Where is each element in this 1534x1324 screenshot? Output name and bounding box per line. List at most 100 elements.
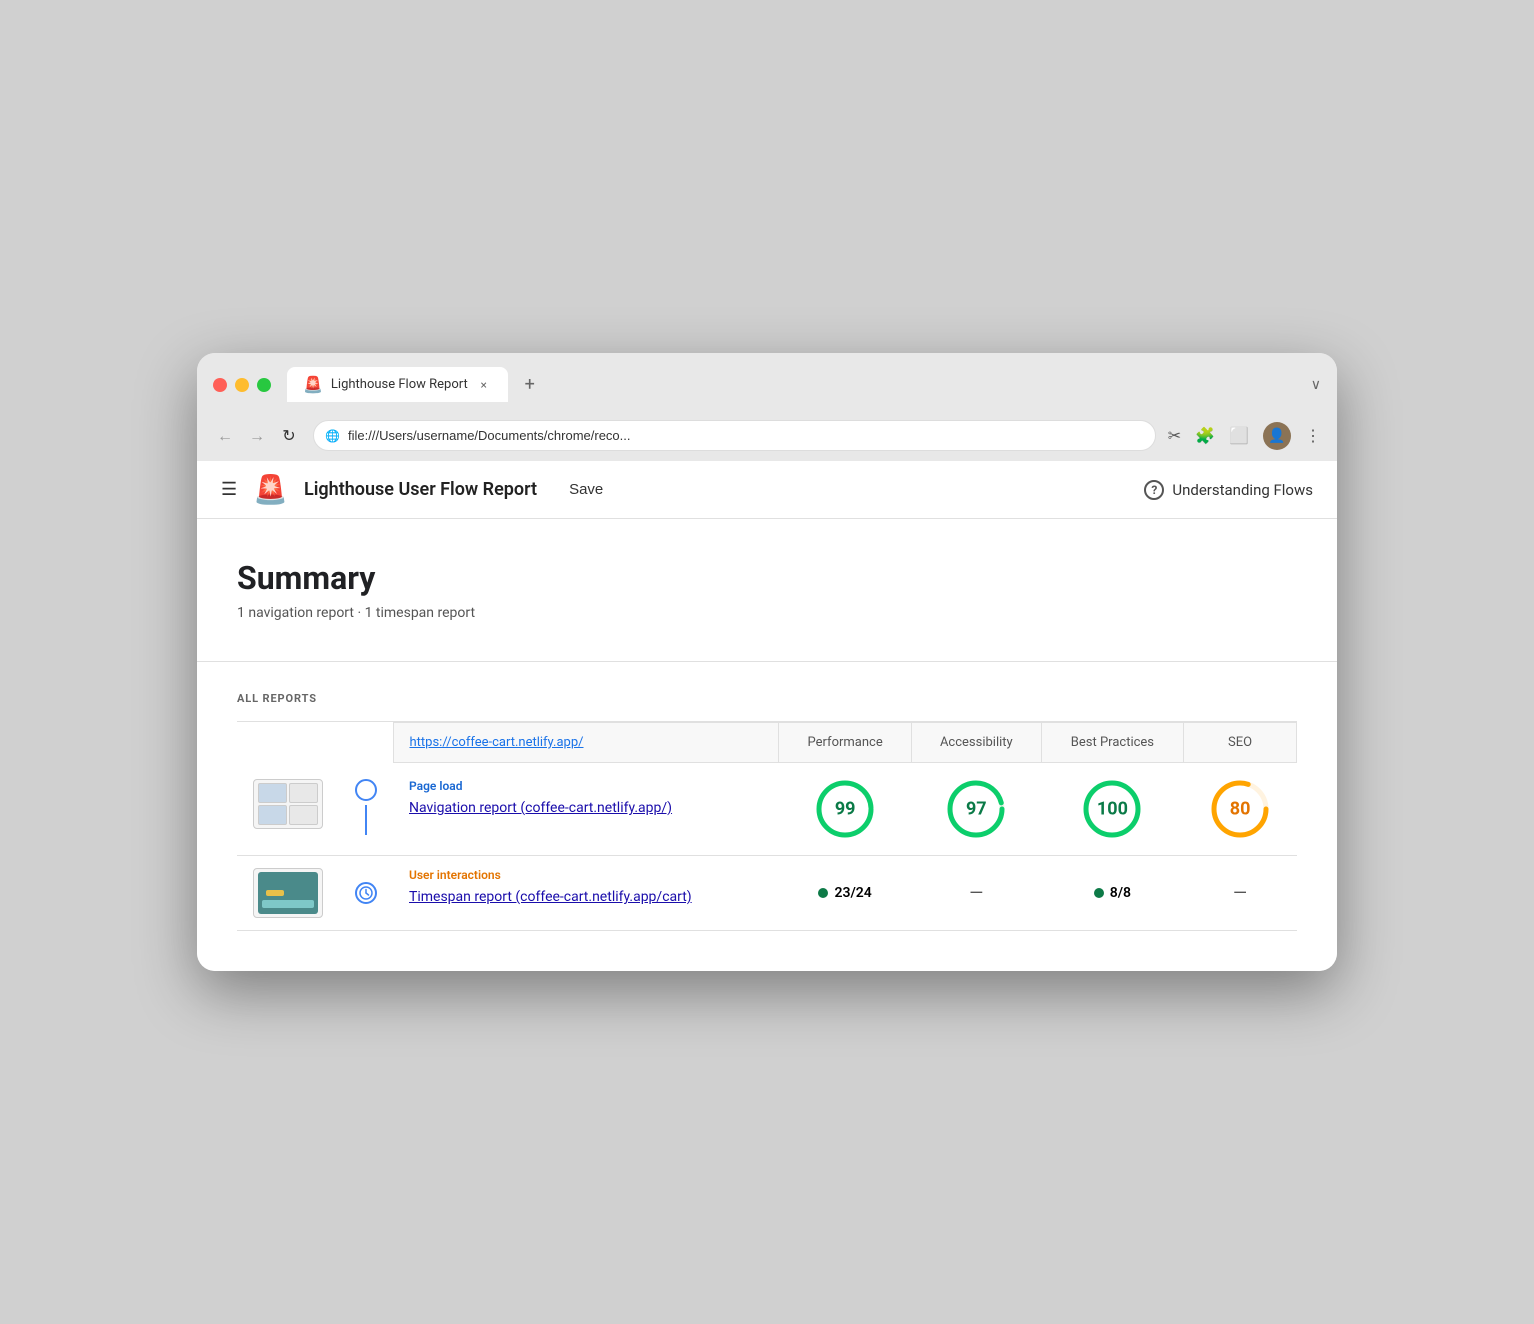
summary-subtitle: 1 navigation report · 1 timespan report — [237, 605, 1297, 621]
address-bar: ← → ↻ 🌐 ✂ 🧩 ⬜ 👤 ⋮ — [197, 412, 1337, 461]
lighthouse-logo: 🚨 — [253, 473, 288, 506]
browser-window: 🚨 Lighthouse Flow Report × + ∨ ← → ↻ 🌐 ✂… — [197, 353, 1337, 971]
nav-report-link[interactable]: Navigation report (coffee-cart.netlify.a… — [409, 800, 672, 816]
tab-expand-button[interactable]: ∨ — [1311, 377, 1321, 393]
reports-section-label: ALL REPORTS — [237, 692, 1297, 705]
app-title: Lighthouse User Flow Report — [304, 479, 537, 500]
nav-report-type: Page load — [409, 779, 763, 793]
timespan-seo-cell: — — [1184, 856, 1297, 931]
back-button[interactable]: ← — [213, 424, 237, 448]
timespan-report-type: User interactions — [409, 868, 763, 882]
more-menu-icon[interactable]: ⋮ — [1305, 426, 1321, 445]
nav-buttons: ← → ↻ — [213, 424, 301, 448]
tab-favicon: 🚨 — [303, 375, 323, 394]
accessibility-col-header: Accessibility — [911, 723, 1041, 763]
tab-bar: 🚨 Lighthouse Flow Report × + ∨ — [287, 367, 1321, 402]
scissors-icon[interactable]: ✂ — [1168, 426, 1181, 445]
timespan-accessibility-cell: — — [911, 856, 1041, 931]
nav-best-practices-cell: 100 — [1041, 763, 1184, 856]
address-wrap: 🌐 — [313, 420, 1156, 451]
nav-step-cell — [339, 763, 393, 856]
performance-score-value: 99 — [835, 799, 856, 820]
app-header: ☰ 🚨 Lighthouse User Flow Report Save ? U… — [197, 461, 1337, 519]
thumb-col-header — [237, 723, 339, 763]
timespan-screenshot — [258, 872, 318, 914]
url-col-header[interactable]: https://coffee-cart.netlify.app/ — [393, 723, 779, 763]
timespan-report-link[interactable]: Timespan report (coffee-cart.netlify.app… — [409, 889, 692, 905]
nav-name-cell: Page load Navigation report (coffee-cart… — [393, 763, 779, 856]
nav-screenshot-thumb — [253, 779, 323, 829]
nav-accessibility-cell: 97 — [911, 763, 1041, 856]
reports-table: https://coffee-cart.netlify.app/ Perform… — [237, 722, 1297, 931]
step-line — [365, 805, 367, 835]
active-tab[interactable]: 🚨 Lighthouse Flow Report × — [287, 367, 508, 402]
bp-badge-value: 8/8 — [1110, 885, 1131, 901]
address-input[interactable] — [313, 420, 1156, 451]
timespan-bar-visual — [262, 900, 314, 908]
page-content: ☰ 🚨 Lighthouse User Flow Report Save ? U… — [197, 461, 1337, 971]
close-traffic-light[interactable] — [213, 378, 227, 392]
nav-performance-cell: 99 — [779, 763, 912, 856]
nav-seo-cell: 80 — [1184, 763, 1297, 856]
title-bar-top: 🚨 Lighthouse Flow Report × + ∨ — [213, 367, 1321, 402]
bp-dot — [1094, 888, 1104, 898]
minimize-traffic-light[interactable] — [235, 378, 249, 392]
seo-score-value: 80 — [1230, 799, 1251, 820]
timespan-screenshot-thumb — [253, 868, 323, 918]
split-screen-icon[interactable]: ⬜ — [1229, 426, 1249, 445]
reports-section: ALL REPORTS https://coffee-cart.netlify.… — [197, 662, 1337, 971]
accessibility-score-circle: 97 — [946, 779, 1006, 839]
address-icon: 🌐 — [325, 429, 340, 443]
nav-step-circle — [355, 779, 377, 801]
seo-col-header: SEO — [1184, 723, 1297, 763]
timespan-performance-badge: 23/24 — [795, 885, 896, 901]
perf-dot — [818, 888, 828, 898]
table-row: User interactions Timespan report (coffe… — [237, 856, 1297, 931]
tab-label: Lighthouse Flow Report — [331, 377, 468, 392]
perf-badge-value: 23/24 — [834, 885, 871, 901]
nav-screenshot-grid — [258, 783, 318, 825]
url-link[interactable]: https://coffee-cart.netlify.app/ — [410, 735, 584, 750]
forward-button[interactable]: → — [245, 424, 269, 448]
best-practices-col-header: Best Practices — [1041, 723, 1184, 763]
tab-close-button[interactable]: × — [476, 377, 492, 393]
save-button[interactable]: Save — [569, 481, 603, 498]
nav-panel-4 — [289, 805, 318, 825]
nav-panel-3 — [258, 805, 287, 825]
avatar[interactable]: 👤 — [1263, 422, 1291, 450]
table-header-row: https://coffee-cart.netlify.app/ Perform… — [237, 723, 1297, 763]
step-col-header — [339, 723, 393, 763]
summary-title: Summary — [237, 559, 1297, 597]
best-practices-score-circle: 100 — [1082, 779, 1142, 839]
maximize-traffic-light[interactable] — [257, 378, 271, 392]
timespan-performance-cell: 23/24 — [779, 856, 912, 931]
nav-step-connector — [355, 779, 377, 839]
seo-score-circle: 80 — [1210, 779, 1270, 839]
refresh-button[interactable]: ↻ — [277, 424, 301, 448]
nav-thumbnail-cell — [237, 763, 339, 856]
best-practices-score-value: 100 — [1097, 799, 1128, 820]
title-bar: 🚨 Lighthouse Flow Report × + ∨ — [197, 353, 1337, 412]
timespan-step-cell — [339, 856, 393, 931]
table-row: Page load Navigation report (coffee-cart… — [237, 763, 1297, 856]
nav-panel-2 — [289, 783, 318, 803]
hamburger-menu-icon[interactable]: ☰ — [221, 479, 237, 500]
timespan-name-cell: User interactions Timespan report (coffe… — [393, 856, 779, 931]
performance-score-circle: 99 — [815, 779, 875, 839]
timespan-btn-visual — [266, 890, 284, 896]
summary-section: Summary 1 navigation report · 1 timespan… — [197, 519, 1337, 662]
understanding-flows-link[interactable]: ? Understanding Flows — [1144, 480, 1313, 500]
timespan-thumbnail-cell — [237, 856, 339, 931]
timespan-best-practices-cell: 8/8 — [1041, 856, 1184, 931]
nav-panel-1 — [258, 783, 287, 803]
help-circle-icon: ? — [1144, 480, 1164, 500]
extensions-icon[interactable]: 🧩 — [1195, 426, 1215, 445]
understanding-flows-label: Understanding Flows — [1172, 481, 1313, 499]
clock-step-icon — [355, 882, 377, 904]
new-tab-button[interactable]: + — [516, 371, 544, 399]
traffic-lights — [213, 378, 271, 392]
performance-col-header: Performance — [779, 723, 912, 763]
accessibility-score-value: 97 — [966, 799, 987, 820]
clock-svg — [359, 886, 373, 900]
toolbar-icons: ✂ 🧩 ⬜ 👤 ⋮ — [1168, 422, 1321, 450]
